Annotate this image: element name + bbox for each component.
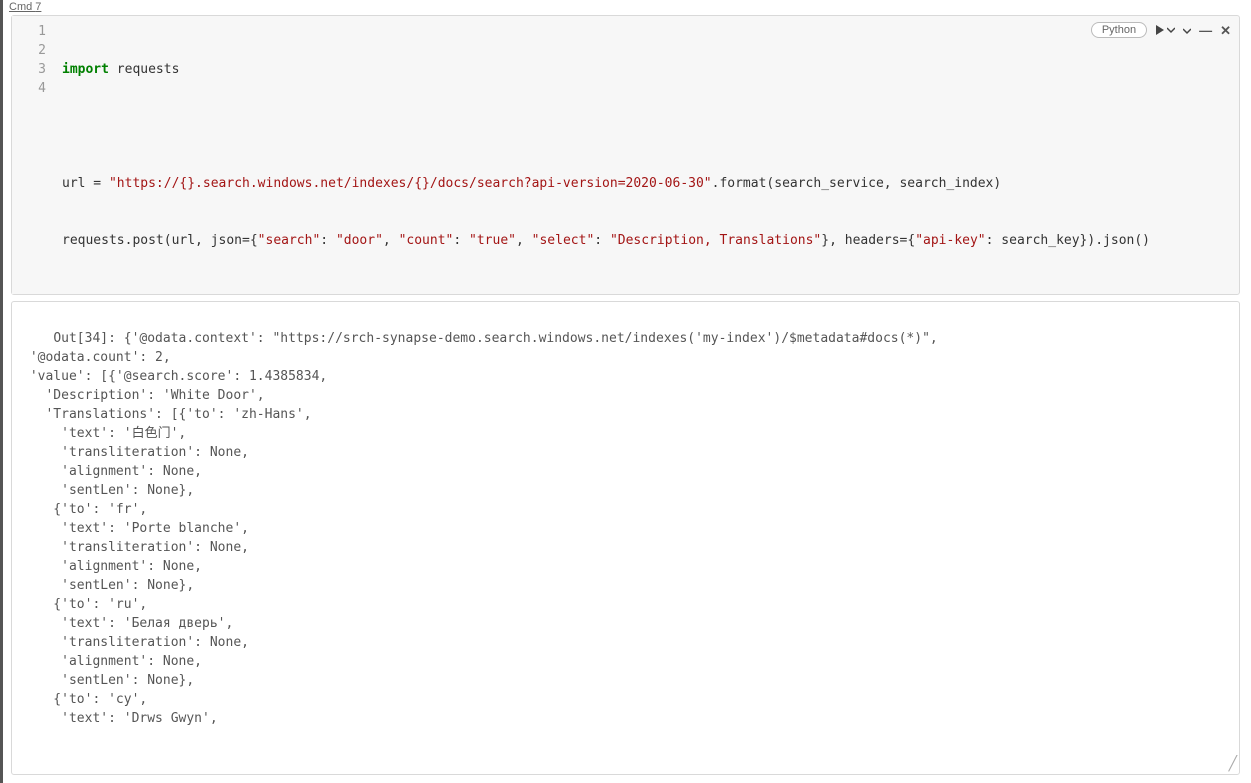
code-line: import requests xyxy=(62,60,1235,79)
caret-down-icon[interactable] xyxy=(1183,24,1191,37)
line-number: 2 xyxy=(12,41,46,60)
output-text: Out[34]: {'@odata.context': "https://src… xyxy=(22,331,938,726)
code-input-block: Python — ✕ 1 2 3 4 import requests url =… xyxy=(11,15,1240,295)
cell-label-number: 7 xyxy=(35,1,41,13)
code-line: requests.post(url, json={"search": "door… xyxy=(62,231,1235,250)
output-block: Out[34]: {'@odata.context': "https://src… xyxy=(11,301,1240,775)
line-number-gutter: 1 2 3 4 xyxy=(12,16,54,294)
code-lines[interactable]: import requests url = "https://{}.search… xyxy=(54,16,1239,294)
minimize-icon[interactable]: — xyxy=(1199,24,1212,37)
code-editor[interactable]: 1 2 3 4 import requests url = "https://{… xyxy=(12,16,1239,294)
run-button[interactable] xyxy=(1155,25,1175,35)
line-number: 4 xyxy=(12,79,46,98)
line-number: 1 xyxy=(12,22,46,41)
resize-handle[interactable]: ╱ xyxy=(1229,755,1237,774)
language-pill[interactable]: Python xyxy=(1091,22,1147,38)
cell-label-prefix: Cmd xyxy=(9,1,35,13)
code-line xyxy=(62,117,1235,136)
play-icon xyxy=(1155,25,1165,35)
chevron-down-icon xyxy=(1167,26,1175,34)
cell-label: Cmd 7 xyxy=(3,0,1248,15)
cell-toolbar: Python — ✕ xyxy=(1091,22,1231,38)
notebook-cell: Cmd 7 Python — ✕ 1 2 3 4 import requests xyxy=(0,0,1248,783)
code-line: url = "https://{}.search.windows.net/ind… xyxy=(62,174,1235,193)
close-icon[interactable]: ✕ xyxy=(1220,24,1231,37)
line-number: 3 xyxy=(12,60,46,79)
